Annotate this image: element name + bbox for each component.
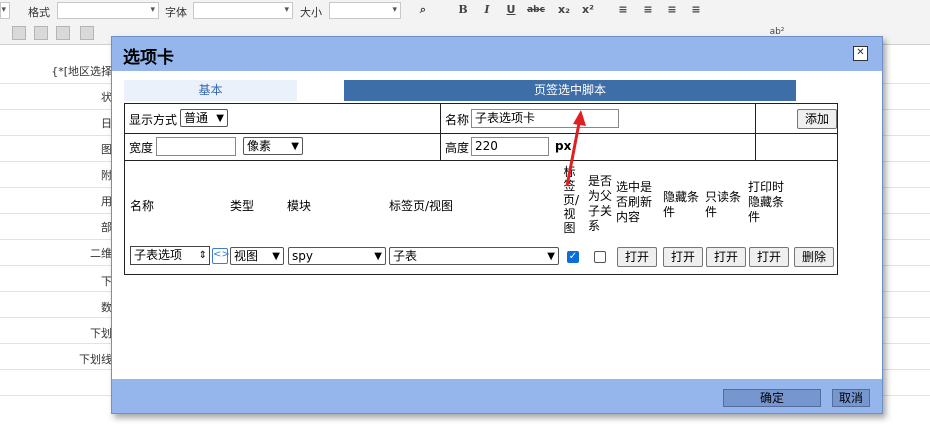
height-input[interactable]: 220 — [471, 137, 549, 156]
table-divider — [440, 104, 441, 160]
subscript-icon[interactable]: x₂ — [556, 3, 572, 17]
toolbar-left-stub[interactable]: ▾ — [0, 2, 10, 19]
chevron-down-icon: ▼ — [272, 251, 280, 262]
module-select[interactable]: spy ▼ — [288, 247, 386, 265]
superscript-icon[interactable]: x² — [580, 3, 596, 17]
italic-icon[interactable]: I — [480, 3, 494, 17]
dialog-title: 选项卡 — [123, 48, 174, 68]
find-icon[interactable]: ⌕ — [416, 3, 430, 17]
tab-item-name-value: 子表选项 — [134, 248, 183, 262]
tab-view-value: 子表 — [393, 249, 418, 263]
col-header-type: 类型 — [230, 199, 255, 213]
col-header-is-parent-child: 是否为父子关系 — [588, 174, 613, 233]
bg-label: 下划 — [90, 327, 112, 340]
col-header-print-hide-condition: 打印时隐藏条件 — [748, 180, 785, 224]
size-label: 大小 — [300, 6, 322, 19]
building-icon[interactable] — [80, 26, 94, 40]
display-mode-select[interactable]: 普通 ▼ — [180, 109, 228, 127]
col-header-hide-condition: 隐藏条件 — [663, 190, 700, 219]
network-icon[interactable] — [56, 26, 70, 40]
cancel-button[interactable]: 取消 — [832, 389, 870, 407]
col-header-readonly-condition: 只读条件 — [705, 190, 742, 219]
arrow-shaft — [565, 117, 582, 187]
calendar-icon[interactable] — [34, 26, 48, 40]
col-header-refresh-on-select: 选中是否刷新内容 — [616, 180, 653, 224]
width-unit-value: 像素 — [247, 139, 272, 153]
chevron-down-icon: ▼ — [291, 141, 299, 152]
chevron-down-icon: ▼ — [547, 251, 555, 262]
close-icon[interactable]: ✕ — [853, 46, 868, 61]
bold-icon[interactable]: B — [456, 3, 470, 17]
align-justify-icon[interactable]: ≡ — [689, 3, 703, 17]
display-mode-value: 普通 — [184, 111, 209, 125]
width-input[interactable] — [156, 137, 236, 156]
width-label: 宽度 — [129, 141, 154, 155]
tab-name-input[interactable]: 子表选项卡 — [471, 109, 619, 128]
strikethrough-icon[interactable]: abc — [526, 3, 546, 17]
tab-item-name-input[interactable]: 子表选项 ⇕ — [130, 246, 210, 265]
tab-dialog: 选项卡 ✕ 基本 页签选中脚本 显示方式 普通 ▼ 名称 子表选项卡 添加 宽度 … — [111, 36, 883, 414]
size-select[interactable]: ▾ — [329, 2, 401, 19]
format-select[interactable]: ▾ — [57, 2, 159, 19]
readonly-condition-open-button[interactable]: 打开 — [706, 247, 746, 267]
table-divider — [755, 104, 756, 160]
is-parent-child-checkbox[interactable] — [594, 251, 606, 263]
align-right-icon[interactable]: ≡ — [665, 3, 679, 17]
tab-select-script[interactable]: 页签选中脚本 — [344, 80, 796, 101]
bg-label: 二维 — [90, 247, 112, 260]
underline-icon[interactable]: U — [504, 3, 518, 17]
annotation-arrow — [565, 110, 586, 187]
bg-label: {*[地区选择 — [51, 65, 112, 78]
is-tab-view-checkbox[interactable]: ✓ — [567, 251, 579, 263]
tab-basic[interactable]: 基本 — [124, 80, 297, 101]
hide-condition-open-button[interactable]: 打开 — [663, 247, 703, 267]
font-label: 字体 — [165, 6, 187, 19]
editor-toolbar: ▾ 格式 ▾ 字体 ▾ 大小 ▾ ⌕ B I U abc x₂ x² ≡ ≡ ≡… — [0, 0, 930, 23]
tab-view-select[interactable]: 子表 ▼ — [389, 247, 559, 265]
chevron-down-icon: ▼ — [216, 113, 224, 124]
add-button[interactable]: 添加 — [797, 109, 837, 129]
ok-button[interactable]: 确定 — [723, 389, 821, 407]
arrow-head — [573, 110, 586, 126]
col-header-name: 名称 — [130, 199, 155, 213]
display-mode-label: 显示方式 — [129, 113, 178, 127]
chevron-down-icon: ▼ — [374, 251, 382, 262]
refresh-open-button[interactable]: 打开 — [617, 247, 657, 267]
align-left-icon[interactable]: ≡ — [616, 3, 630, 17]
type-value: 视图 — [234, 249, 259, 263]
format-label: 格式 — [28, 6, 50, 19]
print-hide-open-button[interactable]: 打开 — [749, 247, 789, 267]
align-center-icon[interactable]: ≡ — [641, 3, 655, 17]
dialog-body: 基本 页签选中脚本 显示方式 普通 ▼ 名称 子表选项卡 添加 宽度 像素 ▼ 高度… — [112, 71, 882, 379]
type-select[interactable]: 视图 ▼ — [230, 247, 284, 265]
width-unit-select[interactable]: 像素 ▼ — [243, 137, 303, 155]
bg-label: 下划线 — [79, 353, 112, 366]
table-divider — [125, 160, 837, 161]
tab-config-table: 显示方式 普通 ▼ 名称 子表选项卡 添加 宽度 像素 ▼ 高度 220 px 名称… — [124, 103, 838, 275]
spinner-icon: ⇕ — [198, 250, 207, 261]
font-select[interactable]: ▾ — [193, 2, 293, 19]
col-header-tab-view: 标签页/视图 — [389, 199, 454, 213]
code-icon[interactable]: <> — [212, 248, 230, 264]
table-divider — [125, 133, 837, 134]
height-label: 高度 — [445, 141, 470, 155]
col-header-module: 模块 — [287, 199, 312, 213]
name-label: 名称 — [445, 113, 470, 127]
delete-button[interactable]: 删除 — [794, 247, 834, 267]
table-icon[interactable] — [12, 26, 26, 40]
module-value: spy — [292, 249, 313, 263]
